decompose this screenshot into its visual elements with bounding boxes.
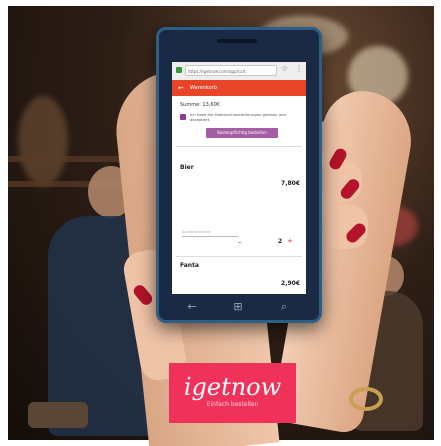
cart-sum: Summe: 13,60€ <box>180 102 220 108</box>
shelf-line <box>8 156 128 162</box>
bookmark-star-icon[interactable]: ☆ <box>281 64 288 73</box>
consent-checkbox[interactable] <box>180 114 186 120</box>
url-field[interactable]: https://igetnow.com/app/cart <box>185 65 277 76</box>
smartphone: https://igetnow.com/app/cart ☆ ⋮ ← Waren… <box>156 27 322 323</box>
phone-nav-bar: ← ⊞ ⌕ <box>159 296 319 320</box>
wrist-watch <box>28 402 88 428</box>
item-name: Bier <box>180 164 194 171</box>
quantity-minus-button[interactable]: – <box>238 238 242 246</box>
lock-icon <box>176 67 182 73</box>
phone-screen: https://igetnow.com/app/cart ☆ ⋮ ← Waren… <box>172 62 306 294</box>
quantity-plus-button[interactable]: + <box>287 237 293 245</box>
brand-badge: igetnow Einfach bestellen <box>169 363 296 423</box>
photo-frame: https://igetnow.com/app/cart ☆ ⋮ ← Waren… <box>0 0 441 446</box>
brand-logo: igetnow <box>183 373 282 401</box>
divider <box>176 256 302 257</box>
menu-icon[interactable]: ⋮ <box>295 64 303 73</box>
divider <box>176 146 302 147</box>
phone-speaker <box>217 39 257 43</box>
browser-bar: https://igetnow.com/app/cart ☆ ⋮ <box>172 62 306 81</box>
note-input[interactable]: Sonderwünsche <box>182 228 238 237</box>
wall-shelf <box>18 96 68 186</box>
brand-tagline: Einfach bestellen <box>206 401 259 408</box>
item-price: 7,80€ <box>281 180 300 187</box>
back-arrow-icon[interactable]: ← <box>178 80 184 96</box>
item-price: 2,90€ <box>281 280 300 287</box>
consent-label: Ich habe die Datenschutzerklärungen gele… <box>190 112 286 122</box>
app-header: ← Warenkorb <box>172 80 306 96</box>
windows-home-icon[interactable]: ⊞ <box>231 300 245 314</box>
header-title: Warenkorb <box>190 85 217 91</box>
order-button[interactable]: Kostenpflichtig bestellen <box>206 128 278 138</box>
back-nav-icon[interactable]: ← <box>185 300 199 314</box>
search-icon[interactable]: ⌕ <box>277 300 291 314</box>
quantity-value: 2 <box>278 238 283 245</box>
gold-ring <box>349 387 383 411</box>
item-name: Fanta <box>180 262 199 269</box>
